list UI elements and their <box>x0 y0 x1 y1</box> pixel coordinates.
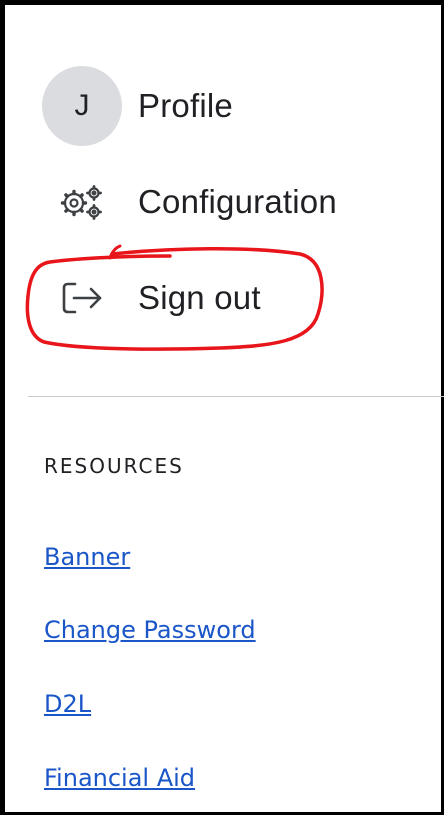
avatar: J <box>42 66 122 146</box>
resource-link-d2l[interactable]: D2L <box>44 690 91 718</box>
configuration-menu-item[interactable]: Configuration <box>42 172 337 232</box>
profile-menu-item[interactable]: J Profile <box>42 66 233 146</box>
gears-icon <box>42 172 122 232</box>
resources-heading: RESOURCES <box>44 454 184 478</box>
avatar-initial: J <box>74 89 90 122</box>
sign-out-menu-item[interactable]: Sign out <box>42 268 261 328</box>
sign-out-icon <box>42 268 122 328</box>
section-divider <box>28 396 444 397</box>
resource-link-banner[interactable]: Banner <box>44 543 130 571</box>
configuration-label: Configuration <box>138 183 337 220</box>
resource-link-financial-aid[interactable]: Financial Aid <box>44 764 195 792</box>
sign-out-label: Sign out <box>138 279 261 316</box>
resource-link-change-password[interactable]: Change Password <box>44 616 256 644</box>
profile-label: Profile <box>138 87 233 124</box>
